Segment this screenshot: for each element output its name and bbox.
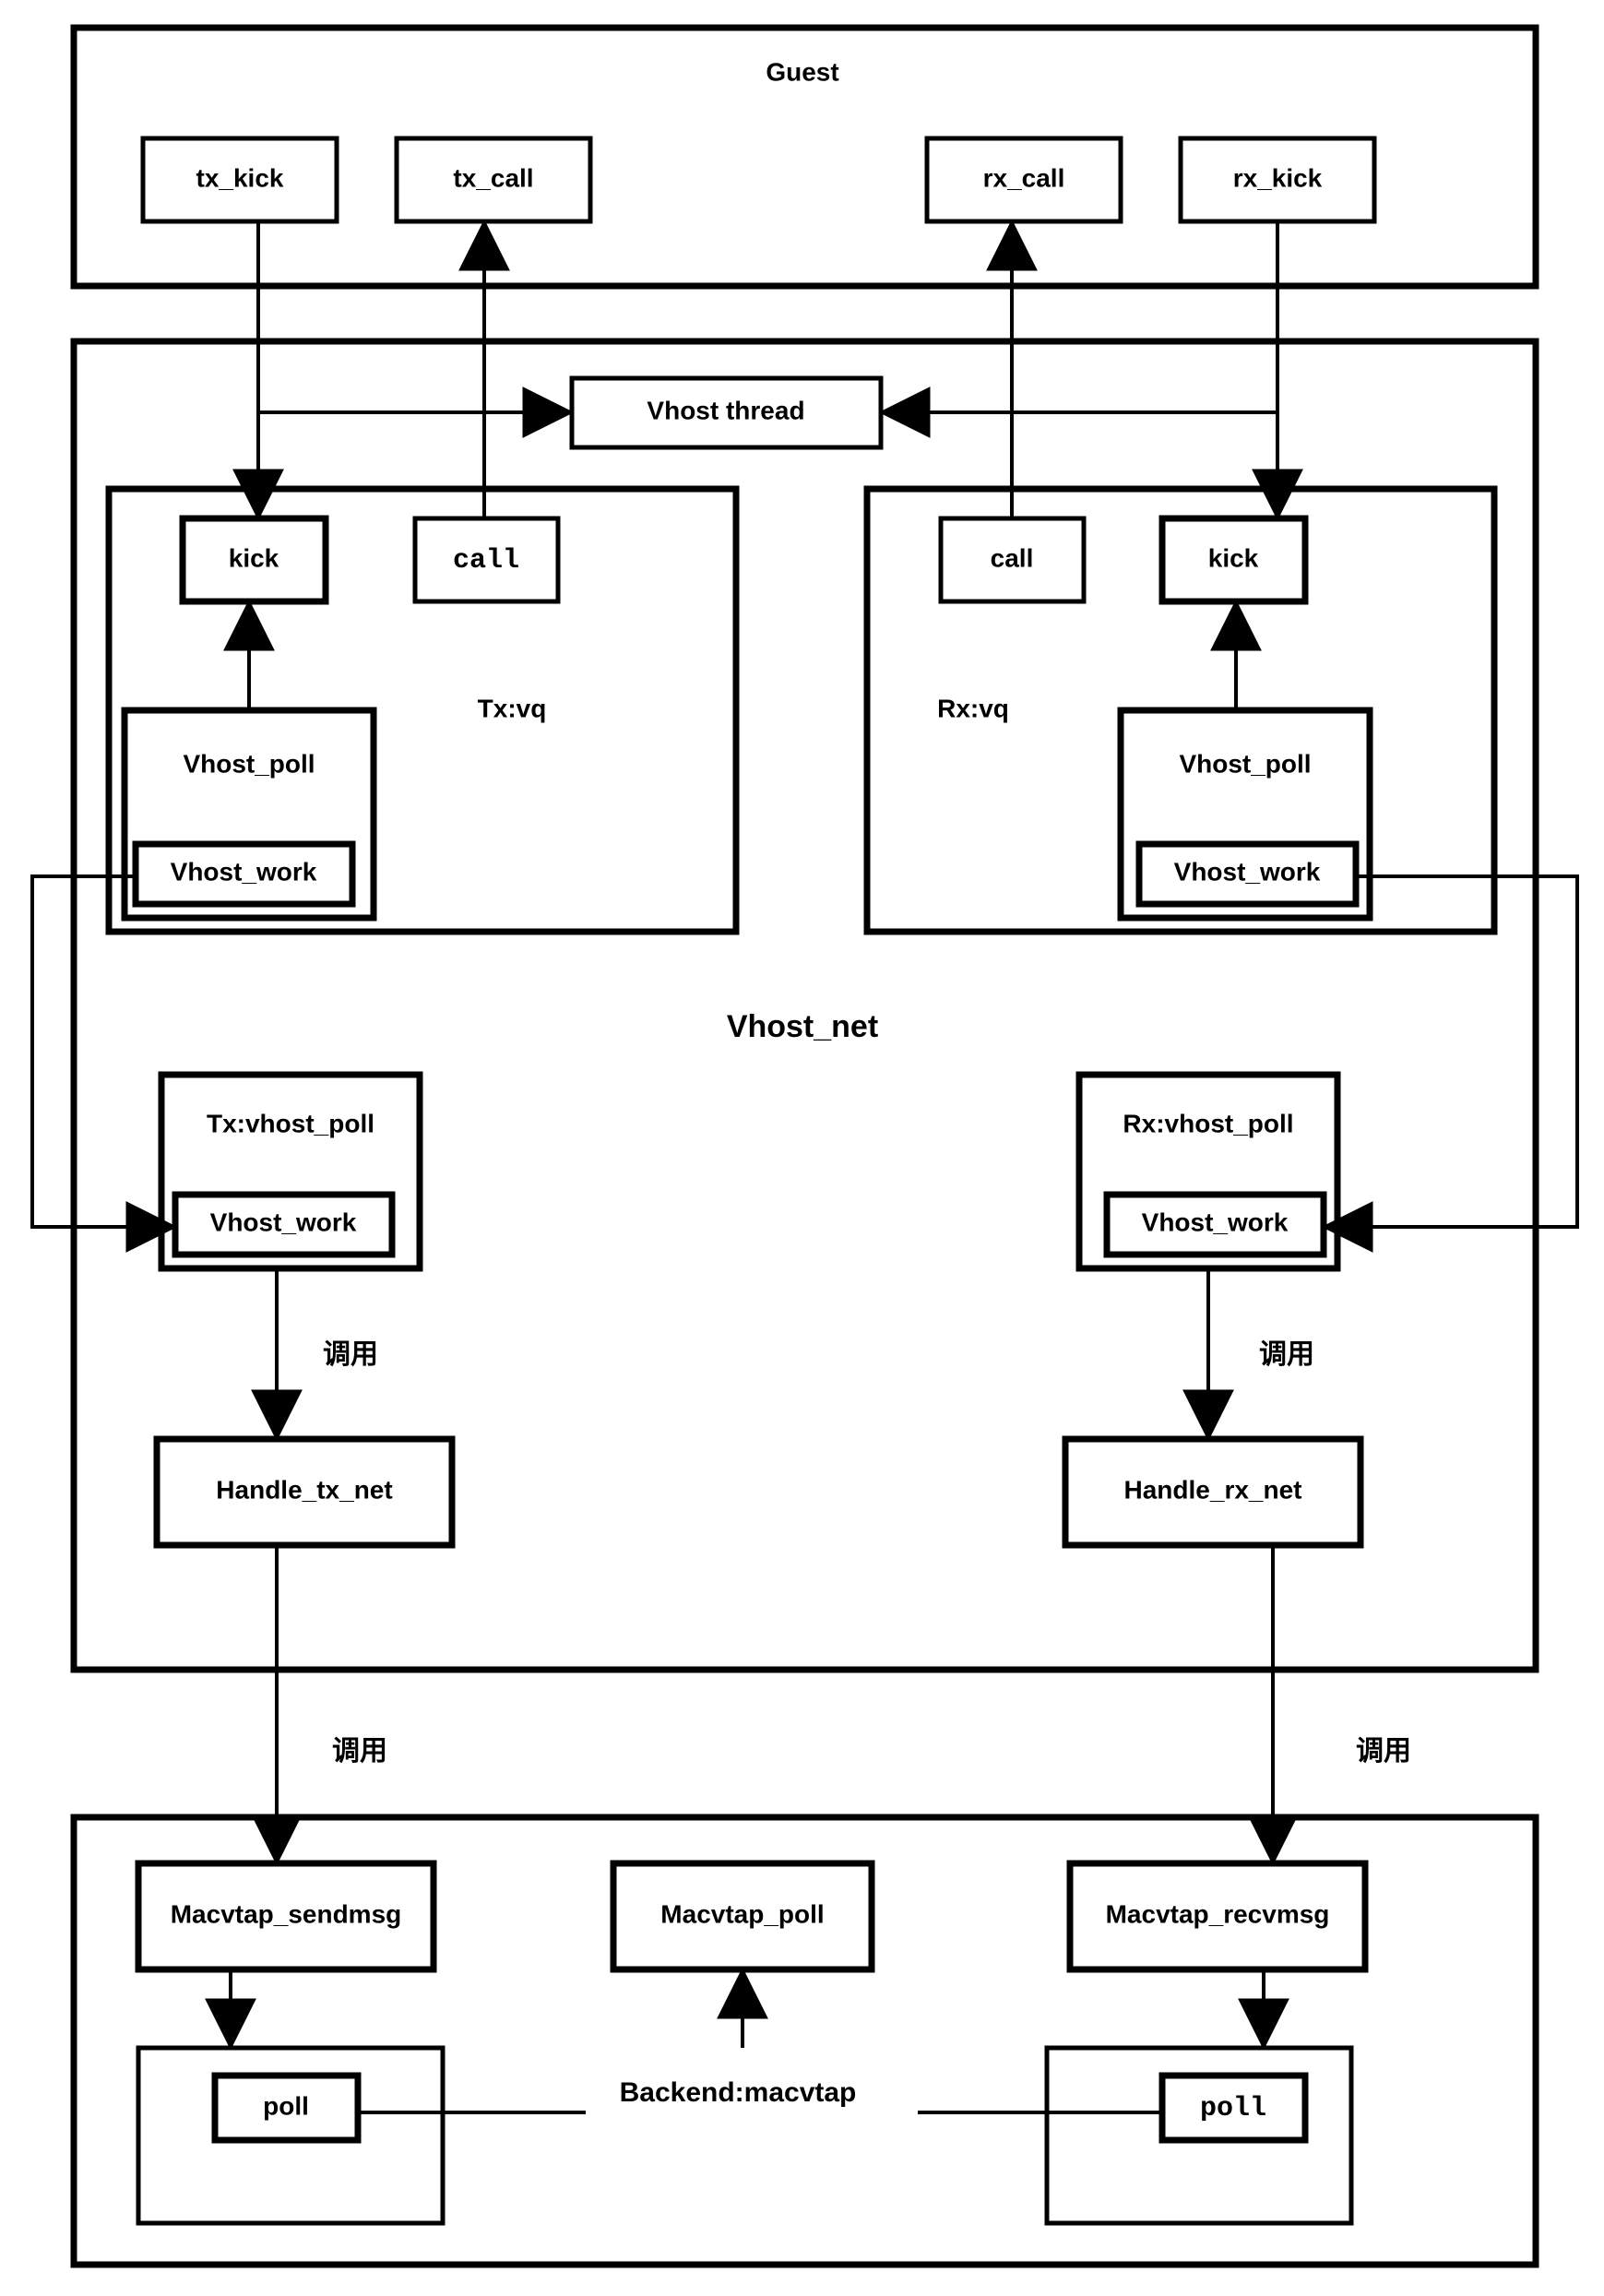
call-label-tx2: 调用 bbox=[332, 1736, 387, 1767]
backend-title: Backend:macvtap bbox=[620, 2077, 857, 2108]
rx-vq-label: Rx:vq bbox=[937, 694, 1009, 722]
tx-vq-work-label: Vhost_work bbox=[171, 857, 317, 886]
handle-rx-label: Handle_rx_net bbox=[1124, 1475, 1302, 1504]
tx-poll-work-label: Vhost_work bbox=[210, 1207, 357, 1236]
tx-vq-poll-label: Vhost_poll bbox=[183, 749, 315, 778]
vhost-net-title: Vhost_net bbox=[727, 1009, 878, 1044]
tx-vq-call-label: call bbox=[453, 545, 519, 577]
call-label-tx1: 调用 bbox=[323, 1339, 378, 1370]
tx-kick-label: tx_kick bbox=[196, 163, 284, 192]
tx-vq-label: Tx:vq bbox=[478, 694, 547, 722]
guest-title: Guest bbox=[766, 57, 838, 86]
tx-call-label: tx_call bbox=[453, 163, 533, 192]
sendmsg-label: Macvtap_sendmsg bbox=[171, 1899, 402, 1928]
poll-r-label: poll bbox=[1200, 2093, 1266, 2124]
rx-kick-label: rx_kick bbox=[1233, 163, 1323, 192]
rx-vq-call-label: call bbox=[991, 543, 1034, 572]
tx-vq-kick-label: kick bbox=[229, 543, 279, 572]
rx-vq-kick-label: kick bbox=[1208, 543, 1259, 572]
rx-vq-work-label: Vhost_work bbox=[1174, 857, 1321, 886]
vhost-thread-label: Vhost thread bbox=[647, 396, 804, 424]
rx-call-label: rx_call bbox=[983, 163, 1065, 192]
poll-l-label: poll bbox=[263, 2091, 309, 2120]
macvtap-poll-label: Macvtap_poll bbox=[660, 1899, 824, 1928]
rx-vq-poll-label: Vhost_poll bbox=[1179, 749, 1311, 778]
recvmsg-label: Macvtap_recvmsg bbox=[1106, 1899, 1330, 1928]
rx-poll-label: Rx:vhost_poll bbox=[1123, 1109, 1293, 1137]
tx-poll-label: Tx:vhost_poll bbox=[207, 1109, 374, 1137]
call-label-rx2: 调用 bbox=[1356, 1736, 1411, 1767]
call-label-rx1: 调用 bbox=[1259, 1339, 1314, 1370]
handle-tx-label: Handle_tx_net bbox=[216, 1475, 392, 1504]
rx-poll-work-label: Vhost_work bbox=[1142, 1207, 1289, 1236]
